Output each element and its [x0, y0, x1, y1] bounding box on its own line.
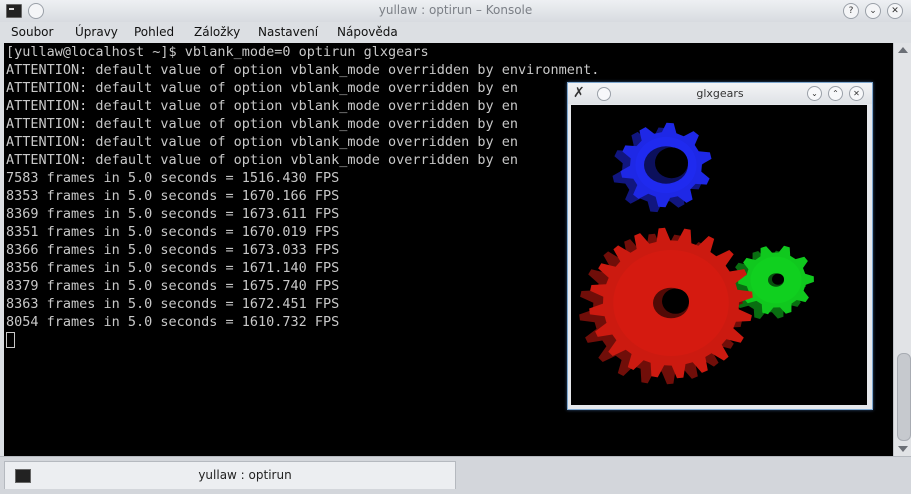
menu-zalozky[interactable]: Záložky: [194, 25, 240, 39]
glxgears-render-canvas: [571, 105, 867, 405]
terminal-icon: [15, 469, 31, 483]
glxgears-title-bar[interactable]: ✗ glxgears ⌄ ⌃ ✕: [568, 83, 872, 104]
help-button[interactable]: ?: [843, 3, 859, 19]
scroll-up-icon[interactable]: [898, 47, 908, 53]
green-gear: [730, 245, 814, 319]
scrollbar-thumb[interactable]: [897, 353, 911, 441]
window-title: yullaw : optirun – Konsole: [378, 3, 533, 17]
terminal-line: [yullaw@localhost ~]$ vblank_mode=0 opti…: [6, 44, 429, 60]
text-cursor: [6, 332, 15, 348]
close-button[interactable]: ✕: [887, 3, 903, 19]
gears-graphic: [579, 122, 814, 385]
red-gear: [579, 227, 753, 385]
terminal-line: ATTENTION: default value of option vblan…: [6, 134, 519, 150]
glxgears-minimize-button[interactable]: ⌄: [807, 86, 822, 101]
terminal-line: 8366 frames in 5.0 seconds = 1673.033 FP…: [6, 242, 340, 258]
glxgears-title: glxgears: [696, 87, 744, 100]
menu-bar: Soubor Úpravy Pohled Záložky Nastavení N…: [0, 22, 911, 42]
menu-upravy[interactable]: Úpravy: [75, 25, 118, 39]
glxgears-close-button[interactable]: ✕: [849, 86, 864, 101]
menu-napoveda[interactable]: Nápověda: [337, 25, 398, 39]
menu-pohled[interactable]: Pohled: [134, 25, 174, 39]
terminal-line: ATTENTION: default value of option vblan…: [6, 152, 519, 168]
menu-nastaveni[interactable]: Nastavení: [258, 25, 318, 39]
tab-label: yullaw : optirun: [198, 468, 292, 482]
menu-soubor[interactable]: Soubor: [11, 25, 53, 39]
title-bar[interactable]: yullaw : optirun – Konsole ? ⌄ ✕: [0, 0, 911, 23]
terminal-scrollbar[interactable]: [893, 43, 911, 456]
terminal-line: 8353 frames in 5.0 seconds = 1670.166 FP…: [6, 188, 340, 204]
terminal-line: ATTENTION: default value of option vblan…: [6, 98, 519, 114]
terminal-line: 8363 frames in 5.0 seconds = 1672.451 FP…: [6, 296, 340, 312]
terminal-line: ATTENTION: default value of option vblan…: [6, 80, 519, 96]
glxgears-window: ✗ glxgears ⌄ ⌃ ✕: [567, 82, 873, 410]
tab-bar: yullaw : optirun: [0, 456, 911, 494]
terminal-line: 8356 frames in 5.0 seconds = 1671.140 FP…: [6, 260, 340, 276]
minimize-button[interactable]: ⌄: [865, 3, 881, 19]
terminal-line: 8369 frames in 5.0 seconds = 1673.611 FP…: [6, 206, 340, 222]
blue-gear: [612, 122, 712, 213]
terminal-line: 7583 frames in 5.0 seconds = 1516.430 FP…: [6, 170, 340, 186]
tab-session[interactable]: yullaw : optirun: [4, 461, 456, 489]
glxgears-maximize-button[interactable]: ⌃: [828, 86, 843, 101]
terminal-line: ATTENTION: default value of option vblan…: [6, 62, 600, 78]
terminal-line: 8054 frames in 5.0 seconds = 1610.732 FP…: [6, 314, 340, 330]
terminal-line: 8351 frames in 5.0 seconds = 1670.019 FP…: [6, 224, 340, 240]
scroll-down-icon[interactable]: [898, 446, 908, 452]
terminal-line: ATTENTION: default value of option vblan…: [6, 116, 519, 132]
terminal-line: 8379 frames in 5.0 seconds = 1675.740 FP…: [6, 278, 340, 294]
